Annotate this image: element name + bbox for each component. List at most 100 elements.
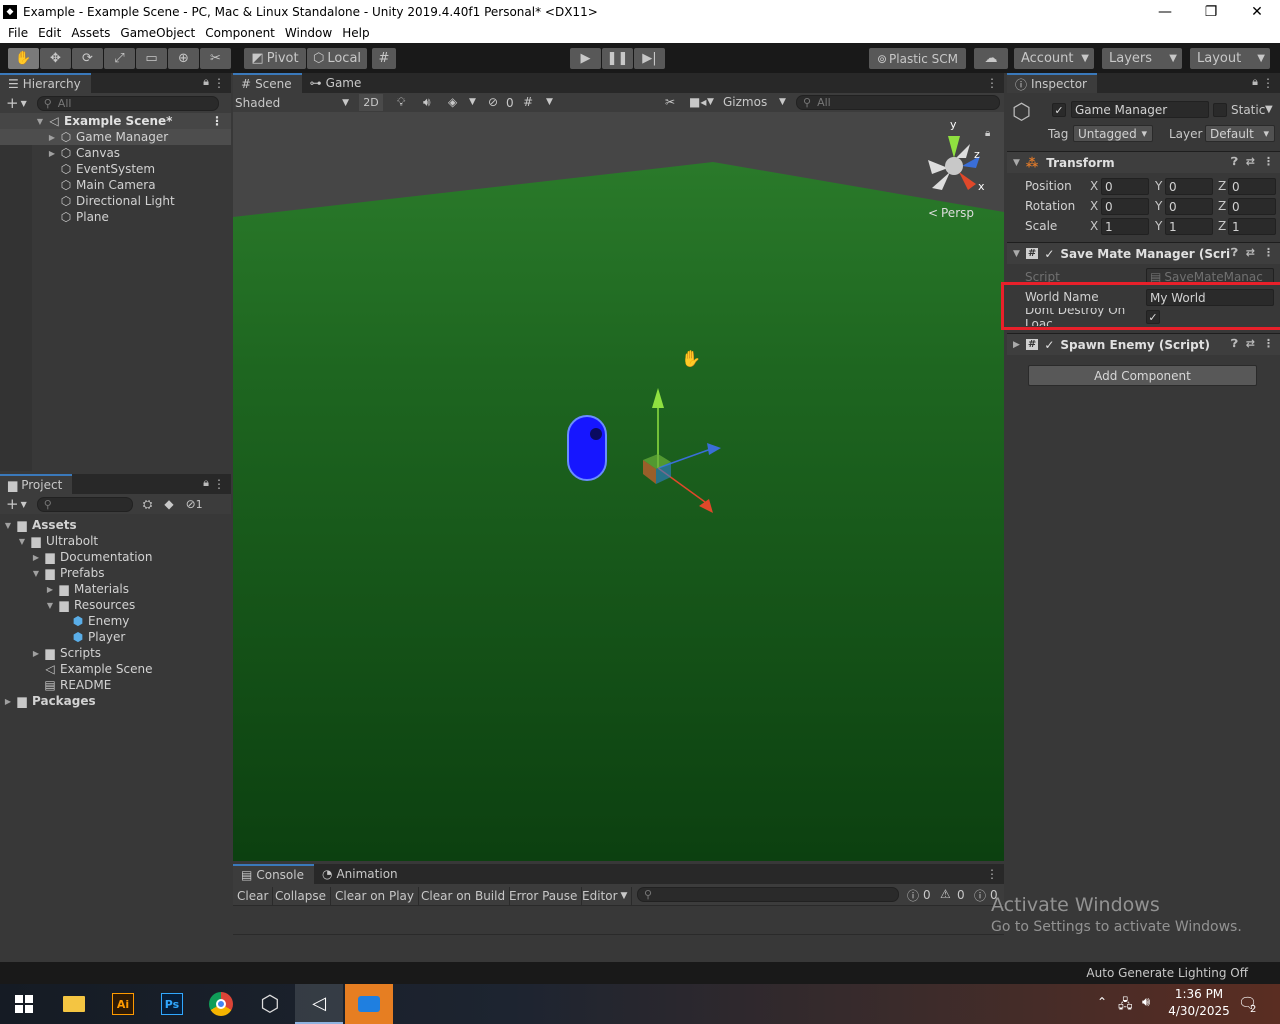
filter-label-icon[interactable]: ◆	[164, 497, 173, 511]
rect-tool-icon[interactable]: ▭	[136, 48, 167, 69]
hierarchy-item-directional-light[interactable]: ⬡ Directional Light	[0, 193, 231, 209]
help-icon[interactable]: ❓︎	[1231, 155, 1238, 169]
project-item-prefabs[interactable]: ▼ ▆ Prefabs	[0, 565, 231, 581]
project-item-player[interactable]: ⬢ Player	[0, 629, 231, 645]
clock-time[interactable]: 1:36 PM	[1168, 987, 1230, 1001]
scene-viewport[interactable]: ✋ y z x 🔒︎ < Persp	[233, 112, 1004, 861]
chevron-down-icon[interactable]: ▼	[707, 97, 714, 107]
expand-arrow-icon[interactable]: ▼	[16, 537, 28, 546]
shading-mode-dropdown[interactable]: Shaded ▼	[235, 94, 353, 111]
windows-start-button[interactable]	[0, 984, 48, 1024]
tab-hierarchy[interactable]: ☰ Hierarchy	[0, 73, 91, 93]
console-search-input[interactable]: ⚲	[637, 887, 899, 902]
collapse-button[interactable]: Collapse	[271, 887, 331, 905]
expand-arrow-icon[interactable]: ▼	[1013, 249, 1020, 259]
menu-gameobject[interactable]: GameObject	[115, 26, 200, 40]
filter-type-icon[interactable]: ⛭	[143, 497, 153, 512]
rotation-y-input[interactable]: 0	[1165, 198, 1213, 215]
preset-icon[interactable]: ⇄	[1246, 246, 1255, 260]
grid-snap-icon[interactable]: #	[372, 48, 396, 69]
hierarchy-item-eventsystem[interactable]: ⬡ EventSystem	[0, 161, 231, 177]
collapsed-arrow-icon[interactable]: ▶	[44, 585, 56, 594]
expand-arrow-icon[interactable]: ▼	[30, 569, 42, 578]
clear-on-build-button[interactable]: Clear on Build	[417, 887, 511, 905]
more-icon[interactable]: ⋮	[1263, 155, 1274, 169]
more-icon[interactable]: ⋮	[986, 76, 998, 90]
rotation-z-input[interactable]: 0	[1228, 198, 1276, 215]
project-item-packages[interactable]: ▶ ▆ Packages	[0, 693, 231, 709]
screen-recorder-icon[interactable]	[345, 984, 393, 1024]
tab-console[interactable]: ▤ Console	[233, 864, 314, 884]
collapsed-arrow-icon[interactable]: ▶	[2, 697, 14, 706]
play-button[interactable]: ▶	[570, 48, 601, 69]
component-enabled-checkbox[interactable]: ✓	[1044, 338, 1054, 352]
lighting-icon[interactable]: 💡︎	[397, 95, 405, 110]
error-pause-button[interactable]: Error Pause	[505, 887, 583, 905]
menu-window[interactable]: Window	[280, 26, 337, 40]
object-name-input[interactable]: Game Manager	[1071, 101, 1209, 118]
plastic-scm-button[interactable]: ⊚ Plastic SCM	[869, 48, 966, 69]
spawn-enemy-header[interactable]: ▶ # ✓ Spawn Enemy (Script) ❓︎ ⇄ ⋮	[1007, 333, 1280, 355]
active-checkbox[interactable]: ✓	[1052, 103, 1066, 117]
menu-assets[interactable]: Assets	[66, 26, 115, 40]
close-button[interactable]: ✕	[1234, 0, 1280, 23]
scale-y-input[interactable]: 1	[1165, 218, 1213, 235]
chevron-down-icon[interactable]: ▼	[469, 97, 476, 107]
file-explorer-icon[interactable]	[50, 984, 98, 1024]
dont-destroy-checkbox[interactable]: ✓	[1146, 310, 1160, 324]
project-item-resources[interactable]: ▼ ▆ Resources	[0, 597, 231, 613]
transform-tool-icon[interactable]: ⊕	[168, 48, 199, 69]
project-item-readme[interactable]: ▤ README	[0, 677, 231, 693]
help-icon[interactable]: ❓︎	[1231, 246, 1238, 260]
error-count-icon[interactable]: ⓘ	[974, 887, 986, 904]
lock-icon[interactable]: 🔒︎	[203, 476, 209, 490]
warning-count-icon[interactable]: ⚠	[940, 887, 951, 901]
lighting-status[interactable]: Auto Generate Lighting Off	[1086, 966, 1248, 980]
collapsed-arrow-icon[interactable]: ▶	[1013, 340, 1020, 350]
chevron-down-icon[interactable]: ▼	[1265, 104, 1273, 115]
tag-dropdown[interactable]: Untagged	[1073, 125, 1153, 142]
expand-arrow-icon[interactable]: ▼	[2, 521, 14, 530]
preset-icon[interactable]: ⇄	[1246, 155, 1255, 169]
photoshop-icon[interactable]: Ps	[148, 984, 196, 1024]
project-item-assets[interactable]: ▼ ▆ Assets	[0, 517, 231, 533]
chevron-down-icon[interactable]: ▼	[21, 500, 27, 509]
expand-arrow-icon[interactable]: ▼	[1013, 158, 1020, 168]
hierarchy-search-input[interactable]: ⚲ All	[36, 95, 219, 111]
2d-mode-toggle[interactable]: 2D	[359, 94, 383, 111]
save-mate-manager-header[interactable]: ▼ # ✓ Save Mate Manager (Scri ❓︎ ⇄ ⋮	[1007, 242, 1280, 264]
more-icon[interactable]: ⋮	[986, 867, 998, 881]
step-button[interactable]: ▶|	[634, 48, 665, 69]
collapsed-arrow-icon[interactable]: ▶	[30, 553, 42, 562]
cloud-icon[interactable]: ☁	[974, 48, 1008, 69]
hierarchy-item-main-camera[interactable]: ⬡ Main Camera	[0, 177, 231, 193]
chevron-up-icon[interactable]: ⌃	[1097, 995, 1107, 1009]
tab-inspector[interactable]: ⓘ Inspector	[1007, 73, 1097, 93]
more-icon[interactable]: ⋮	[1263, 337, 1274, 351]
lock-icon[interactable]: 🔒︎	[203, 75, 209, 89]
camera-icon[interactable]: ■◂	[689, 95, 706, 109]
more-icon[interactable]: ⋮	[1263, 246, 1274, 260]
unity-editor-icon[interactable]: ◁	[295, 984, 343, 1024]
chevron-down-icon[interactable]: ▼	[21, 99, 27, 108]
hierarchy-item-game-manager[interactable]: ▶ ⬡ Game Manager	[0, 129, 231, 145]
component-enabled-checkbox[interactable]: ✓	[1044, 247, 1054, 261]
collapsed-arrow-icon[interactable]: ▶	[46, 149, 58, 158]
project-item-enemy[interactable]: ⬢ Enemy	[0, 613, 231, 629]
expand-arrow-icon[interactable]: ▼	[44, 601, 56, 610]
local-toggle[interactable]: ⬡ Local	[307, 48, 367, 69]
network-icon[interactable]: 🖧︎	[1118, 995, 1133, 1017]
audio-icon[interactable]: 🔊︎	[423, 95, 431, 110]
chevron-down-icon[interactable]: ▼	[779, 97, 786, 107]
grid-toggle-icon[interactable]: #	[523, 95, 533, 109]
tab-project[interactable]: ▆ Project	[0, 474, 73, 494]
projection-label[interactable]: Persp	[941, 206, 974, 220]
layout-dropdown[interactable]: Layout ▼	[1190, 48, 1270, 69]
scale-tool-icon[interactable]: ⤢	[104, 48, 135, 69]
lock-icon[interactable]: 🔒︎	[1252, 75, 1258, 89]
player-capsule[interactable]	[567, 415, 607, 481]
collapsed-arrow-icon[interactable]: ▶	[46, 133, 58, 142]
menu-edit[interactable]: Edit	[33, 26, 66, 40]
help-icon[interactable]: ❓︎	[1231, 337, 1238, 351]
clear-on-play-button[interactable]: Clear on Play	[331, 887, 419, 905]
